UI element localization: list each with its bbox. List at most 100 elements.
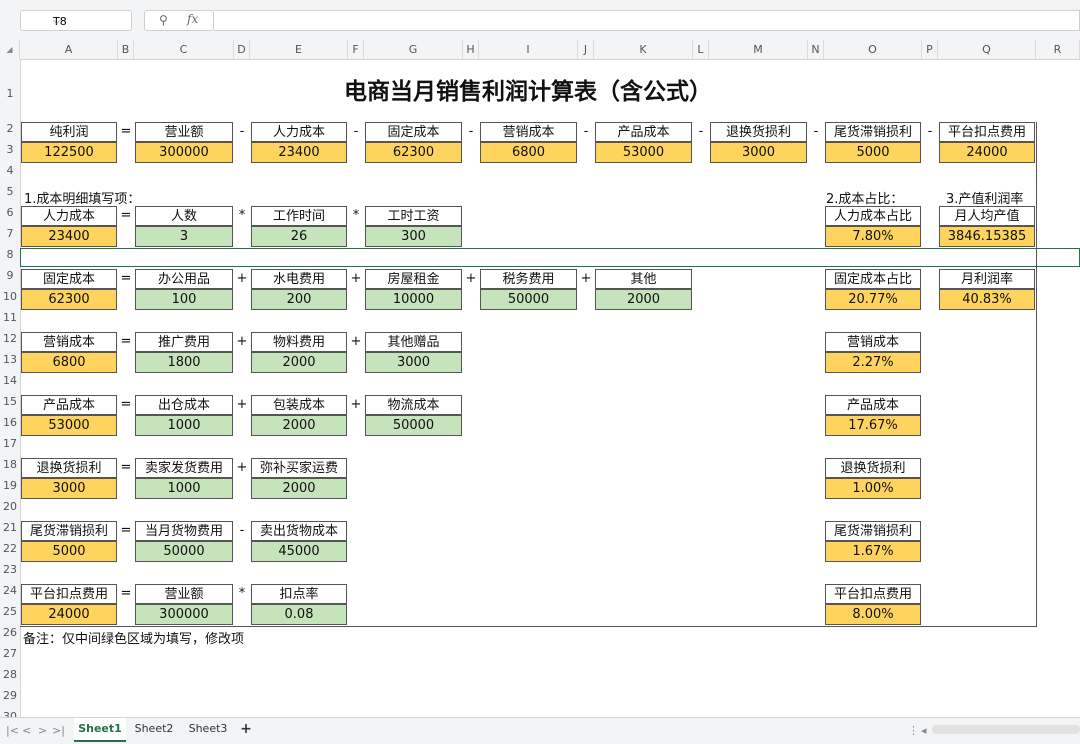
detail-item-input[interactable]: 1000 — [135, 415, 233, 436]
column-header[interactable]: Q — [938, 40, 1036, 59]
prev-sheet-icon[interactable]: < — [22, 724, 31, 737]
row-header[interactable]: 22 — [0, 542, 20, 555]
column-header[interactable]: R — [1036, 40, 1080, 59]
sheet-title: 电商当月销售利润计算表（含公式） — [344, 79, 712, 105]
column-header[interactable]: C — [134, 40, 234, 59]
operator-sign: * — [352, 208, 360, 223]
formula-input[interactable] — [214, 10, 1080, 31]
horizontal-scrollbar[interactable] — [932, 725, 1080, 734]
tab-sheet1[interactable]: Sheet1 — [74, 718, 126, 742]
row-header[interactable]: 18 — [0, 458, 20, 471]
column-header[interactable]: I — [479, 40, 578, 59]
zoom-icon[interactable]: ⚲ — [159, 13, 168, 27]
row-header[interactable]: 19 — [0, 479, 20, 492]
detail-item-input[interactable]: 100 — [135, 289, 233, 310]
row-header[interactable]: 29 — [0, 689, 20, 702]
detail-item-input[interactable]: 45000 — [251, 541, 347, 562]
column-header[interactable]: B — [118, 40, 134, 59]
detail-item-input[interactable]: 50000 — [365, 415, 462, 436]
fx-icon[interactable]: fx — [187, 12, 198, 26]
column-header[interactable]: N — [808, 40, 824, 59]
column-header[interactable]: A — [20, 40, 118, 59]
last-sheet-icon[interactable]: >| — [52, 724, 65, 737]
detail-item-input[interactable]: 26 — [251, 226, 347, 247]
first-sheet-icon[interactable]: |< — [6, 724, 19, 737]
detail-item-input[interactable]: 3000 — [365, 352, 462, 373]
detail-item-input[interactable]: 300 — [365, 226, 462, 247]
column-header[interactable]: D — [234, 40, 250, 59]
detail-item-input[interactable]: 1000 — [135, 478, 233, 499]
detail-item-input[interactable]: 50000 — [135, 541, 233, 562]
column-header[interactable]: M — [709, 40, 808, 59]
row-header[interactable]: 20 — [0, 500, 20, 513]
next-sheet-icon[interactable]: > — [38, 724, 47, 737]
ratio-value-cell: 1.67% — [825, 541, 921, 562]
ratio-value-cell: 2.27% — [825, 352, 921, 373]
row-header[interactable]: 11 — [0, 311, 20, 324]
row-header[interactable]: 26 — [0, 626, 20, 639]
operator-sign: = — [120, 460, 132, 475]
column-header[interactable]: G — [364, 40, 463, 59]
detail-item-label: 工作时间 — [251, 206, 347, 226]
detail-name-cell: 人力成本 — [21, 206, 117, 226]
row-header[interactable]: 25 — [0, 605, 20, 618]
row-header[interactable]: 3 — [0, 143, 20, 156]
detail-item-input[interactable]: 2000 — [595, 289, 692, 310]
detail-item-input[interactable]: 10000 — [365, 289, 462, 310]
row-header[interactable]: 1 — [0, 87, 20, 100]
ratio-value-cell: 1.00% — [825, 478, 921, 499]
row-header[interactable]: 24 — [0, 584, 20, 597]
ratio-value-cell: 7.80% — [825, 226, 921, 247]
row-header[interactable]: 15 — [0, 395, 20, 408]
column-header[interactable]: P — [922, 40, 938, 59]
column-header[interactable]: F — [348, 40, 364, 59]
tab-sheet3[interactable]: Sheet3 — [184, 718, 232, 740]
row-header[interactable]: 7 — [0, 227, 20, 240]
detail-item-input[interactable]: 50000 — [480, 289, 577, 310]
row-header[interactable]: 10 — [0, 290, 20, 303]
column-header[interactable]: H — [463, 40, 479, 59]
scroll-left-icon[interactable]: ◂ — [921, 724, 927, 737]
tab-sheet2[interactable]: Sheet2 — [130, 718, 178, 740]
detail-total-cell: 5000 — [21, 541, 117, 562]
row-header[interactable]: 2 — [0, 122, 20, 135]
row-header[interactable]: 9 — [0, 269, 20, 282]
detail-item-input[interactable]: 300000 — [135, 604, 233, 625]
detail-item-input[interactable]: 2000 — [251, 478, 347, 499]
column-header[interactable]: E — [250, 40, 348, 59]
detail-item-input[interactable]: 0.08 — [251, 604, 347, 625]
column-header[interactable]: L — [693, 40, 709, 59]
ratio-value-cell: 17.67% — [825, 415, 921, 436]
detail-item-label: 办公用品 — [135, 269, 233, 289]
row-header[interactable]: 8 — [0, 248, 20, 261]
chevron-down-icon[interactable]: ⌵ — [53, 11, 126, 32]
productivity-value-cell: 3846.15385 — [939, 226, 1035, 247]
detail-item-input[interactable]: 1800 — [135, 352, 233, 373]
row-header[interactable]: 17 — [0, 437, 20, 450]
row-header[interactable]: 16 — [0, 416, 20, 429]
row-header[interactable]: 27 — [0, 647, 20, 660]
row-header[interactable]: 5 — [0, 185, 20, 198]
detail-item-input[interactable]: 200 — [251, 289, 347, 310]
detail-item-label: 扣点率 — [251, 584, 347, 604]
row-header[interactable]: 14 — [0, 374, 20, 387]
detail-item-input[interactable]: 3 — [135, 226, 233, 247]
row-header[interactable]: 4 — [0, 164, 20, 177]
detail-name-cell: 平台扣点费用 — [21, 584, 117, 604]
row-header[interactable]: 21 — [0, 521, 20, 534]
top-value-cell: 5000 — [825, 142, 921, 163]
name-box[interactable]: T8 ⌵ — [20, 10, 132, 31]
column-header[interactable]: K — [594, 40, 693, 59]
row-header[interactable]: 6 — [0, 206, 20, 219]
row-header[interactable]: 23 — [0, 563, 20, 576]
detail-item-input[interactable]: 2000 — [251, 352, 347, 373]
row-header[interactable]: 12 — [0, 332, 20, 345]
detail-item-input[interactable]: 2000 — [251, 415, 347, 436]
row-header[interactable]: 13 — [0, 353, 20, 366]
row-header[interactable]: 28 — [0, 668, 20, 681]
select-all-corner[interactable]: ◢ — [0, 40, 20, 59]
column-header[interactable]: J — [578, 40, 594, 59]
column-header[interactable]: O — [824, 40, 922, 59]
detail-total-cell: 62300 — [21, 289, 117, 310]
add-sheet-button[interactable]: + — [236, 718, 256, 740]
